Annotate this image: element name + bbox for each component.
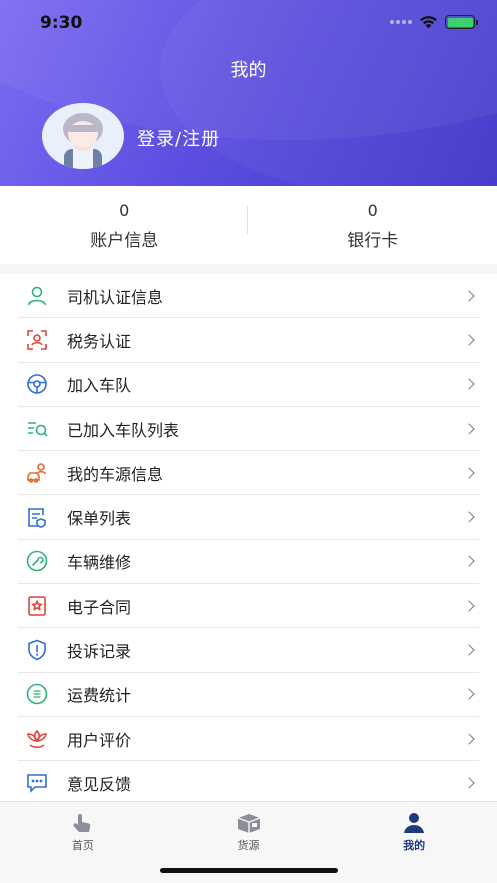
stat-bank-card[interactable]: 0 银行卡 [249,186,497,264]
menu-item-label: 投诉记录 [67,642,132,662]
menu-item-driver-cert[interactable]: 司机认证信息 [18,274,479,319]
menu-item-label: 用户评价 [67,730,132,750]
home-hand-icon [73,814,91,832]
steering-wheel-icon [26,373,48,395]
contract-stamp-icon [26,595,48,617]
chevron-right-icon [463,644,475,656]
menu-item-label: 车辆维修 [67,553,132,573]
tab-label: 我的 [403,839,426,852]
divider [247,206,248,234]
chevron-right-icon [463,511,475,523]
profile-header: 9:30 我的 登录/注册 [0,0,497,186]
menu-item-label: 保单列表 [67,509,132,529]
policy-doc-icon [26,506,48,528]
stat-value: 0 [119,201,130,220]
menu-item-label: 已加入车队列表 [67,420,180,440]
chevron-right-icon [463,289,475,302]
signal-icon [390,20,412,24]
car-person-icon [26,462,48,484]
tab-label: 货源 [237,839,260,852]
menu-item-feedback[interactable]: 意见反馈 [18,761,479,801]
driver-person-icon [26,285,48,307]
menu-item-complaints[interactable]: 投诉记录 [18,628,479,673]
avatar[interactable] [42,103,124,169]
menu-item-vehicle-repair[interactable]: 车辆维修 [18,540,479,585]
freight-stats-icon [26,683,48,705]
chevron-right-icon [463,378,475,390]
stat-account-info[interactable]: 0 账户信息 [0,186,249,264]
status-bar: 9:30 [0,0,497,48]
stat-label: 银行卡 [347,231,399,251]
tab-label: 首页 [71,839,94,852]
chevron-right-icon [463,777,475,790]
stat-value: 0 [367,201,378,220]
menu-item-label: 司机认证信息 [67,287,164,307]
menu-item-user-reviews[interactable]: 用户评价 [18,717,479,762]
menu-list: 司机认证信息 税务认证 加入车队 已加入车队列表 我的车源信息 保单列表 车辆维… [0,274,497,801]
account-stats: 0 账户信息 0 银行卡 [0,186,497,264]
menu-item-tax-cert[interactable]: 税务认证 [18,318,479,363]
status-time: 9:30 [40,13,83,33]
menu-item-label: 电子合同 [67,597,132,617]
chevron-right-icon [463,422,475,435]
chevron-right-icon [463,688,475,700]
tab-home[interactable]: 首页 [0,802,166,883]
menu-item-label: 税务认证 [67,331,132,351]
menu-item-label: 加入车队 [67,376,132,396]
login-register-link[interactable]: 登录/注册 [137,125,220,151]
battery-icon [445,15,478,29]
chevron-right-icon [463,334,475,346]
menu-item-freight-stats[interactable]: 运费统计 [18,673,479,717]
stat-label: 账户信息 [90,231,159,251]
chevron-right-icon [463,555,475,568]
menu-item-label: 意见反馈 [67,775,132,795]
feedback-chat-icon [26,772,48,794]
menu-item-label: 运费统计 [67,686,132,706]
wifi-icon [420,16,437,29]
wrench-icon [26,550,48,572]
menu-item-e-contract[interactable]: 电子合同 [18,584,479,629]
shield-alert-icon [26,639,48,661]
menu-item-label: 我的车源信息 [67,464,164,484]
review-lotus-icon [26,728,48,750]
chevron-right-icon [463,467,475,479]
page-title: 我的 [230,60,267,81]
tab-mine[interactable]: 我的 [331,802,497,883]
menu-item-my-vehicles[interactable]: 我的车源信息 [18,451,479,496]
profile-person-icon [404,813,425,833]
list-search-icon [26,418,48,440]
menu-item-join-fleet[interactable]: 加入车队 [18,363,479,407]
cargo-truck-icon [237,814,260,833]
face-scan-icon [26,329,48,351]
menu-item-joined-fleets[interactable]: 已加入车队列表 [18,407,479,452]
chevron-right-icon [463,732,475,745]
chevron-right-icon [463,600,475,612]
menu-item-policy-list[interactable]: 保单列表 [18,495,479,540]
home-indicator [160,868,338,873]
